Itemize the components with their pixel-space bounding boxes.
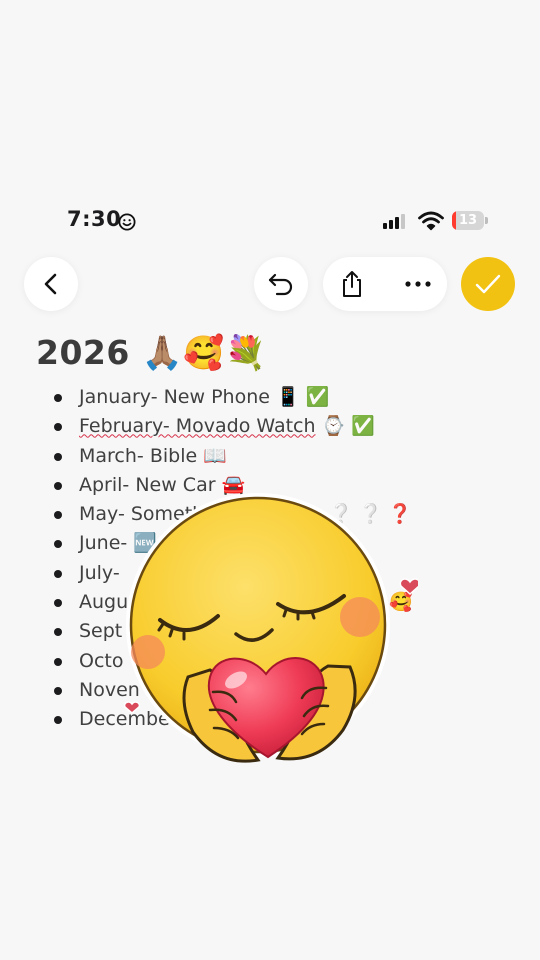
list-item[interactable]: March- Bible 📖 [36,442,506,471]
note-toolbar [0,257,540,311]
back-button[interactable] [24,257,78,311]
praying-heart-emoji-sticker [123,493,418,763]
focus-smiley-icon [118,213,136,231]
wifi-icon [418,211,444,231]
list-item-emoji: ⌚ ✅ [321,415,375,438]
share-icon [343,271,361,297]
undo-button[interactable] [254,257,308,311]
list-item-text: Sept [79,620,123,643]
battery-icon: 13 [452,211,489,231]
list-item-text: Octo [79,649,124,672]
actions-pill [323,257,447,311]
status-time: 7:30 [67,207,122,231]
list-item-text: January- New Phone [79,386,270,408]
list-item-emoji: 📱 ✅ [275,386,330,408]
battery-level: 13 [458,213,478,228]
status-bar: 7:30 13 [0,205,540,237]
cellular-signal-icon [383,213,405,229]
more-button[interactable] [389,257,447,311]
checkmark-icon [475,274,501,294]
list-item-emoji: 📖 [203,444,227,467]
back-chevron-icon [44,273,57,295]
list-item[interactable]: February- Movado Watch ⌚ ✅ [36,412,506,441]
list-item-text: March- Bible [79,444,198,467]
done-button[interactable] [461,257,515,311]
list-item-text: July- [79,561,120,584]
more-icon [405,281,431,287]
list-item-text: February- Movado Watch [79,415,316,438]
note-title[interactable]: 2026 🙏🏽🥰💐 [36,333,506,377]
share-button[interactable] [323,257,381,311]
list-item[interactable]: January- New Phone 📱 ✅ [36,383,506,412]
undo-icon [268,273,293,296]
